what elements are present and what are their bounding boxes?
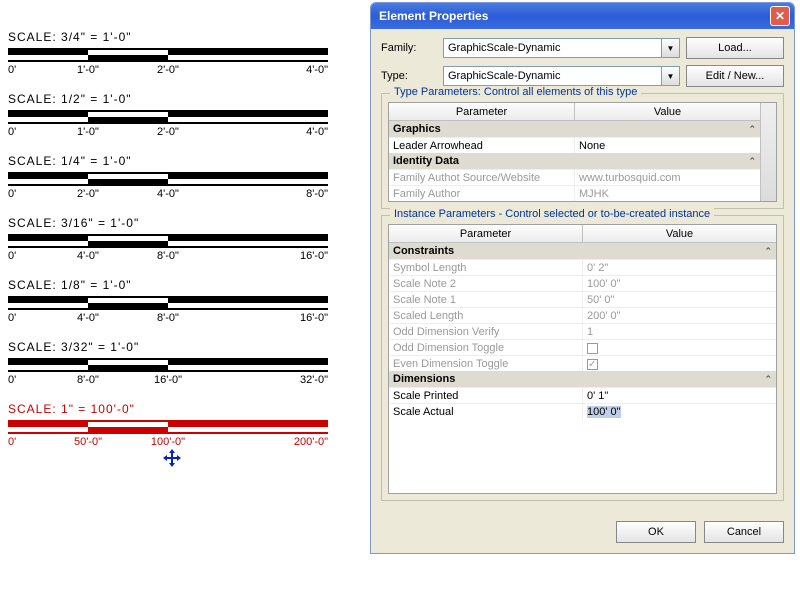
type-parameters-group: Type Parameters: Control all elements of… bbox=[381, 93, 784, 209]
scrollbar[interactable] bbox=[760, 103, 776, 201]
type-input[interactable] bbox=[443, 66, 662, 86]
scale-bar: SCALE: 3/32" = 1'-0" 0'8'-0"16'-0"32'-0" bbox=[8, 340, 358, 390]
checkbox-icon[interactable] bbox=[587, 359, 598, 370]
move-cursor-icon bbox=[163, 449, 181, 472]
ok-button[interactable]: OK bbox=[616, 521, 696, 543]
section-graphics[interactable]: Graphics⌃ bbox=[389, 121, 760, 137]
scale-graphic bbox=[8, 234, 328, 248]
instance-parameters-group: Instance Parameters - Control selected o… bbox=[381, 215, 784, 501]
titlebar[interactable]: Element Properties ✕ bbox=[371, 3, 794, 29]
scale-ticks: 0'8'-0"16'-0"32'-0" bbox=[8, 374, 328, 390]
table-row: Family Authot Source/Websitewww.turbosqu… bbox=[389, 169, 760, 185]
col-parameter: Parameter bbox=[389, 103, 575, 120]
section-constraints[interactable]: Constraints⌃ bbox=[389, 243, 776, 259]
scale-graphic bbox=[8, 48, 328, 62]
collapse-icon[interactable]: ⌃ bbox=[748, 124, 756, 135]
col-value: Value bbox=[583, 225, 776, 242]
dialog-title: Element Properties bbox=[379, 9, 770, 23]
scale-bar: SCALE: 1/8" = 1'-0" 0'4'-0"8'-0"16'-0" bbox=[8, 278, 358, 328]
table-row: Scale Printed0' 1" bbox=[389, 387, 776, 403]
table-row: Scale Actual100' 0" bbox=[389, 403, 776, 419]
collapse-icon[interactable]: ⌃ bbox=[748, 156, 756, 167]
scale-bar: SCALE: 3/16" = 1'-0" 0'4'-0"8'-0"16'-0" bbox=[8, 216, 358, 266]
table-row: Leader ArrowheadNone bbox=[389, 137, 760, 153]
scale-graphic bbox=[8, 296, 328, 310]
family-input[interactable] bbox=[443, 38, 662, 58]
checkbox-icon[interactable] bbox=[587, 343, 598, 354]
type-group-title: Type Parameters: Control all elements of… bbox=[390, 86, 641, 98]
table-row: Scaled Length200' 0" bbox=[389, 307, 776, 323]
section-identity[interactable]: Identity Data⌃ bbox=[389, 153, 760, 169]
scale-ticks: 0'4'-0"8'-0"16'-0" bbox=[8, 312, 328, 328]
type-parameters-grid[interactable]: Parameter Value Graphics⌃ Leader Arrowhe… bbox=[388, 102, 777, 202]
scale-ticks: 0'1'-0"2'-0"4'-0" bbox=[8, 64, 328, 80]
scale-label: SCALE: 1/2" = 1'-0" bbox=[8, 92, 358, 106]
scale-label: SCALE: 1" = 100'-0" bbox=[8, 402, 358, 416]
scale-ticks: 0'2'-0"4'-0"8'-0" bbox=[8, 188, 328, 204]
scale-graphic bbox=[8, 420, 328, 434]
scale-ticks: 0'4'-0"8'-0"16'-0" bbox=[8, 250, 328, 266]
table-row: Symbol Length0' 2" bbox=[389, 259, 776, 275]
type-combo[interactable]: ▼ bbox=[443, 66, 680, 86]
scale-graphic bbox=[8, 110, 328, 124]
scale-bar: SCALE: 1" = 100'-0" 0'50'-0"100'-0"200'-0… bbox=[8, 402, 358, 452]
type-label: Type: bbox=[381, 70, 437, 82]
section-dimensions[interactable]: Dimensions⌃ bbox=[389, 371, 776, 387]
col-parameter: Parameter bbox=[389, 225, 583, 242]
scale-label: SCALE: 1/4" = 1'-0" bbox=[8, 154, 358, 168]
family-label: Family: bbox=[381, 42, 437, 54]
col-value: Value bbox=[575, 103, 760, 120]
load-button[interactable]: Load... bbox=[686, 37, 784, 59]
scale-bar: SCALE: 1/2" = 1'-0" 0'1'-0"2'-0"4'-0" bbox=[8, 92, 358, 142]
table-row: Odd Dimension Verify1 bbox=[389, 323, 776, 339]
scale-ticks: 0'1'-0"2'-0"4'-0" bbox=[8, 126, 328, 142]
table-row: Family AuthorMJHK bbox=[389, 185, 760, 201]
scale-label: SCALE: 1/8" = 1'-0" bbox=[8, 278, 358, 292]
instance-parameters-grid[interactable]: Parameter Value Constraints⌃ Symbol Leng… bbox=[388, 224, 777, 494]
scale-label: SCALE: 3/4" = 1'-0" bbox=[8, 30, 358, 44]
instance-group-title: Instance Parameters - Control selected o… bbox=[390, 208, 714, 220]
chevron-down-icon[interactable]: ▼ bbox=[662, 66, 680, 86]
element-properties-dialog: Element Properties ✕ Family: ▼ Load... T… bbox=[370, 2, 795, 554]
scale-bar: SCALE: 3/4" = 1'-0" 0'1'-0"2'-0"4'-0" bbox=[8, 30, 358, 80]
edit-new-button[interactable]: Edit / New... bbox=[686, 65, 784, 87]
scale-label: SCALE: 3/32" = 1'-0" bbox=[8, 340, 358, 354]
scale-label: SCALE: 3/16" = 1'-0" bbox=[8, 216, 358, 230]
collapse-icon[interactable]: ⌃ bbox=[764, 374, 772, 385]
table-row: Odd Dimension Toggle bbox=[389, 339, 776, 355]
collapse-icon[interactable]: ⌃ bbox=[764, 246, 772, 257]
scale-bar: SCALE: 1/4" = 1'-0" 0'2'-0"4'-0"8'-0" bbox=[8, 154, 358, 204]
scale-graphic bbox=[8, 172, 328, 186]
close-icon[interactable]: ✕ bbox=[770, 6, 790, 26]
chevron-down-icon[interactable]: ▼ bbox=[662, 38, 680, 58]
table-row: Scale Note 2100' 0" bbox=[389, 275, 776, 291]
table-row: Scale Note 150' 0" bbox=[389, 291, 776, 307]
family-combo[interactable]: ▼ bbox=[443, 38, 680, 58]
table-row: Even Dimension Toggle bbox=[389, 355, 776, 371]
cancel-button[interactable]: Cancel bbox=[704, 521, 784, 543]
scale-graphic bbox=[8, 358, 328, 372]
scale-ticks: 0'50'-0"100'-0"200'-0" bbox=[8, 436, 328, 452]
